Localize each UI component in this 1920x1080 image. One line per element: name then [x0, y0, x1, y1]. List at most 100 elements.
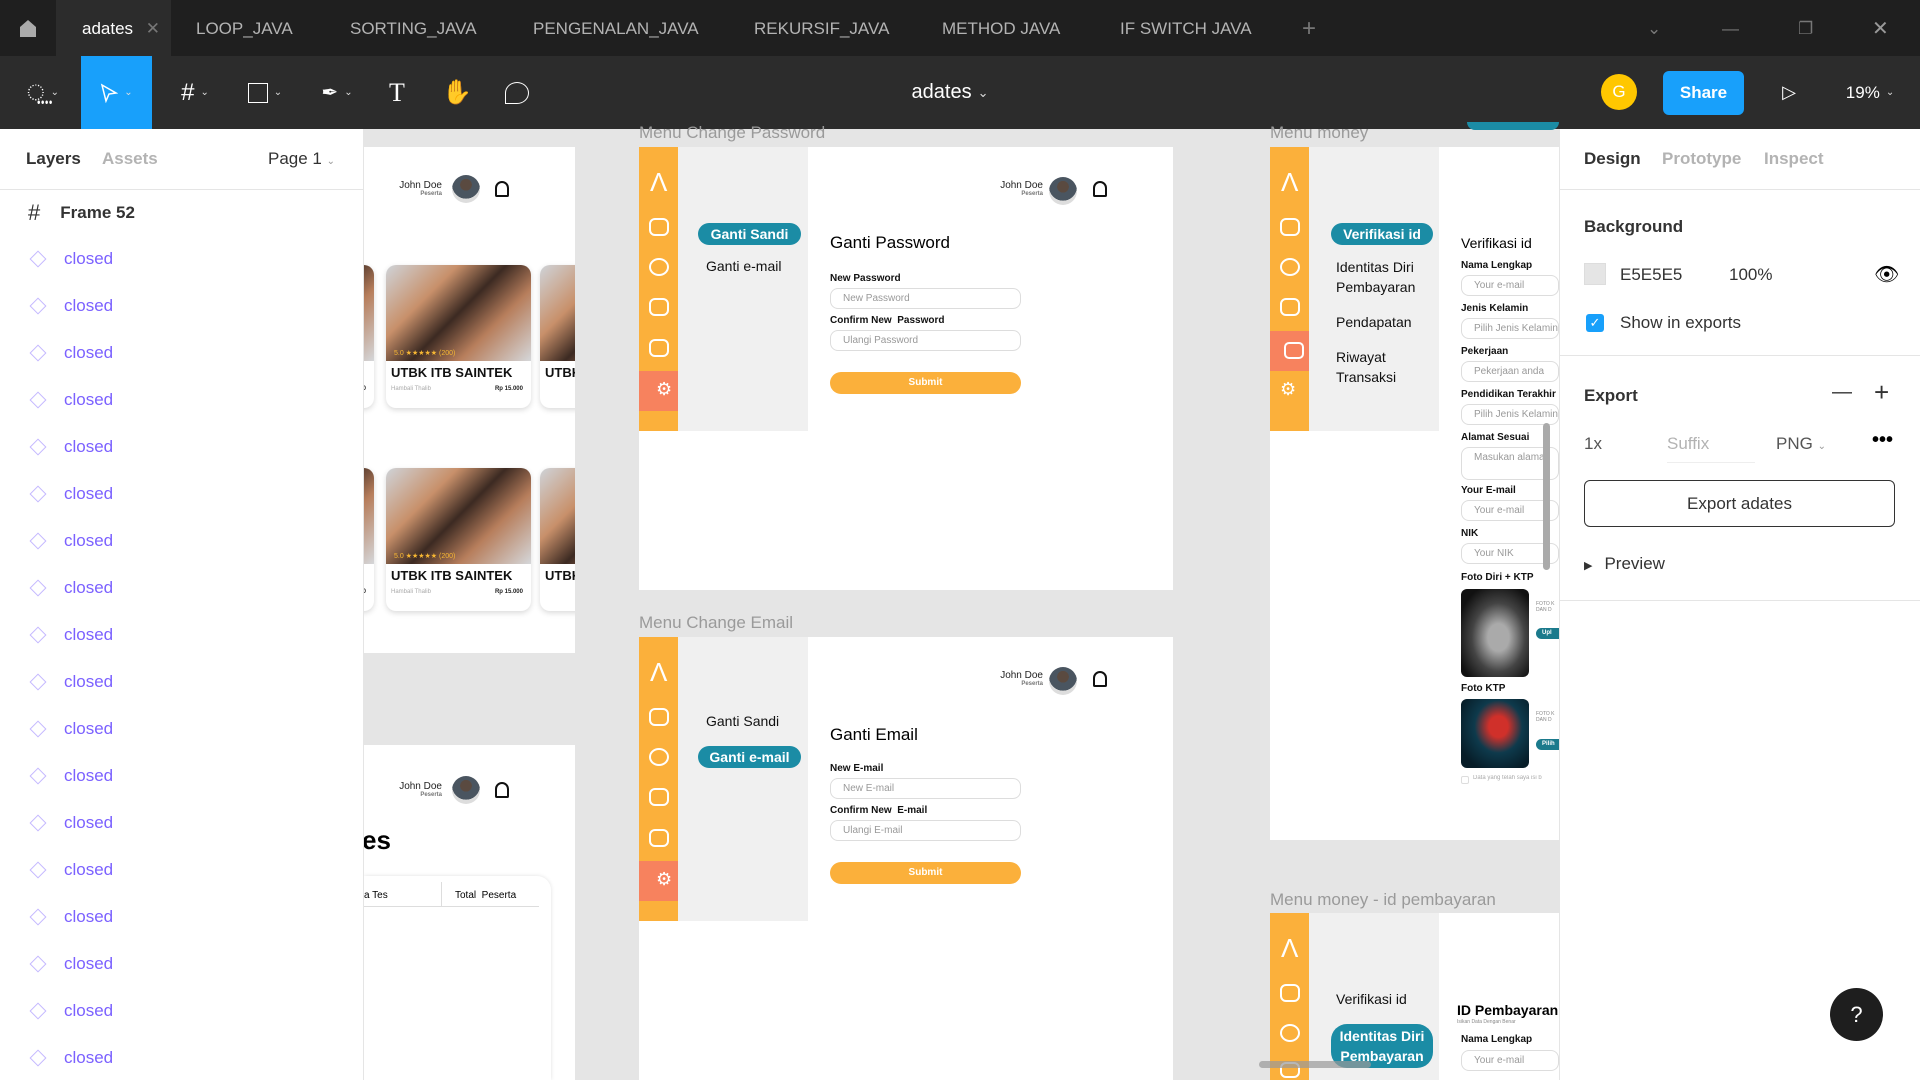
layer-item[interactable]: closed [28, 717, 113, 741]
frame-label[interactable]: Menu money - id pembayaran [1270, 890, 1496, 910]
share-button[interactable]: Share [1663, 71, 1744, 115]
layer-item[interactable]: closed [28, 482, 113, 506]
new-email-input[interactable]: New E-mail [830, 778, 1021, 799]
background-opacity[interactable]: 100% [1729, 265, 1772, 285]
nav-ganti-email[interactable]: Ganti e-mail [706, 256, 781, 276]
tab-rekursif-java[interactable]: REKURSIF_JAVA [754, 0, 889, 56]
layer-item[interactable]: closed [28, 999, 113, 1023]
eye-icon[interactable]: 👁 [1874, 262, 1899, 287]
minimize-icon[interactable]: — [1722, 0, 1739, 56]
new-password-input[interactable]: New Password [830, 288, 1021, 309]
layer-item[interactable]: closed [28, 952, 113, 976]
layer-item[interactable]: closed [28, 294, 113, 318]
page-selector[interactable]: Page 1 ⌄ [268, 149, 335, 169]
chart-icon[interactable] [649, 298, 669, 316]
tab-sorting-java[interactable]: SORTING_JAVA [350, 0, 477, 56]
background-hex[interactable]: E5E5E5 [1620, 265, 1682, 285]
export-suffix-input[interactable]: Suffix [1667, 434, 1755, 463]
layer-item[interactable]: closed [28, 905, 113, 929]
preview-toggle[interactable]: ▶ Preview [1584, 554, 1665, 574]
confirm-email-input[interactable]: Ulangi E-mail [830, 820, 1021, 841]
consent-checkbox[interactable] [1461, 776, 1469, 784]
wallet-icon[interactable] [649, 829, 669, 847]
tab-method-java[interactable]: METHOD JAVA [942, 0, 1060, 56]
export-button[interactable]: Export adates [1584, 480, 1895, 527]
move-tool[interactable]: ⌄ [81, 56, 152, 129]
jenis-kelamin-select[interactable]: Pilih Jenis Kelamin [1461, 318, 1559, 339]
layer-item[interactable]: closed [28, 811, 113, 835]
background-swatch[interactable] [1584, 263, 1606, 285]
layer-item[interactable]: closed [28, 576, 113, 600]
wallet-icon[interactable] [649, 339, 669, 357]
submit-button[interactable]: Submit [830, 372, 1021, 394]
comment-tool[interactable] [502, 56, 532, 129]
text-tool[interactable]: T [382, 56, 412, 129]
layer-frame-52[interactable]: # Frame 52 [28, 200, 135, 225]
canvas-horizontal-scrollbar[interactable] [1259, 1061, 1371, 1068]
chart-icon[interactable] [1280, 298, 1300, 316]
hand-tool[interactable]: ✋ [442, 56, 472, 129]
chat-icon[interactable] [1280, 1024, 1300, 1042]
upload-button[interactable]: Upl [1536, 628, 1559, 639]
nama-lengkap-input[interactable]: Your e-mail [1461, 1050, 1559, 1071]
more-options-icon[interactable]: ••• [1872, 429, 1893, 452]
tab-design[interactable]: Design [1584, 149, 1641, 169]
frame-change-password[interactable]: Λ ⚙ Ganti Sandi Ganti e-mail John Doe Pes… [639, 147, 1173, 590]
submit-button[interactable]: Submit [830, 862, 1021, 884]
frame-course-list[interactable]: John Doe Peserta 0 5.0 ★★★★★ (200) UTBK IT… [364, 147, 575, 653]
user-avatar[interactable]: G [1601, 74, 1637, 110]
export-scale[interactable]: 1x [1584, 434, 1602, 454]
frame-test-table[interactable]: John Doe Peserta es a Tes Total Peserta [364, 745, 575, 1080]
shape-tool[interactable]: ⌄ [240, 56, 290, 129]
nav-ganti-sandi[interactable]: Ganti Sandi [698, 223, 801, 245]
nav-identitas-diri[interactable]: Identitas Diri Pembayaran [1336, 257, 1436, 297]
layer-item[interactable]: closed [28, 623, 113, 647]
file-title-menu[interactable]: adates ⌄ [890, 56, 1010, 129]
remove-export-icon[interactable]: — [1832, 381, 1852, 404]
course-card[interactable]: 5.0 ★★★★★ (200) UTBK ITB SAINTEK Hambali T… [386, 468, 531, 611]
layer-item[interactable]: closed [28, 341, 113, 365]
chat-icon[interactable] [649, 748, 669, 766]
frame-menu-money[interactable]: Λ ⚙ Verifikasi id Identitas Diri Pembaya… [1270, 147, 1559, 840]
chat-icon[interactable] [1280, 258, 1300, 276]
show-in-exports-checkbox[interactable]: ✓ [1586, 314, 1604, 332]
layer-item[interactable]: closed [28, 858, 113, 882]
layer-item[interactable]: closed [28, 529, 113, 553]
export-format-select[interactable]: PNG ⌄ [1776, 434, 1826, 454]
new-tab-button[interactable]: + [1302, 0, 1316, 56]
frame-menu-money-id[interactable]: Λ Verifikasi id Identitas Diri Pembayara… [1270, 913, 1559, 1080]
nav-ganti-sandi[interactable]: Ganti Sandi [706, 711, 779, 731]
close-tab-icon[interactable]: ✕ [146, 19, 160, 38]
nama-lengkap-input[interactable]: Your e-mail [1461, 275, 1559, 296]
frame-label[interactable]: Menu money [1270, 123, 1368, 143]
nav-pendapatan[interactable]: Pendapatan [1336, 312, 1412, 332]
close-window-icon[interactable]: ✕ [1872, 0, 1889, 56]
present-button[interactable]: ▷ [1776, 56, 1802, 129]
layer-item[interactable]: closed [28, 764, 113, 788]
tab-loop-java[interactable]: LOOP_JAVA [196, 0, 293, 56]
layer-item[interactable]: closed [28, 247, 113, 271]
home-button[interactable] [0, 0, 56, 56]
nav-verifikasi-id[interactable]: Verifikasi id [1331, 223, 1433, 245]
layer-item[interactable]: closed [28, 435, 113, 459]
layer-item[interactable]: closed [28, 670, 113, 694]
tab-prototype[interactable]: Prototype [1662, 149, 1741, 169]
frame-label[interactable]: Menu Change Email [639, 613, 793, 633]
chat-icon[interactable] [649, 258, 669, 276]
help-button[interactable]: ? [1830, 988, 1883, 1041]
document-icon[interactable] [1280, 218, 1300, 236]
frame-label[interactable]: Menu Change Password [639, 123, 825, 143]
nav-riwayat-transaksi[interactable]: Riwayat Transaksi [1336, 347, 1416, 387]
add-export-icon[interactable]: + [1874, 377, 1889, 408]
main-menu-button[interactable]: ⵿ ⌄ [18, 56, 68, 129]
restore-icon[interactable]: ❐ [1798, 0, 1813, 56]
nav-ganti-email[interactable]: Ganti e-mail [698, 746, 801, 768]
course-card[interactable]: 5.0 ★★★★★ (200) UTBK ITB SAINTEK Hambali T… [386, 265, 531, 408]
document-icon[interactable] [649, 218, 669, 236]
tab-assets[interactable]: Assets [102, 149, 158, 169]
document-icon[interactable] [1280, 984, 1300, 1002]
tab-adates[interactable]: adates ✕ [56, 0, 171, 56]
tabs-dropdown-icon[interactable]: ⌄ [1647, 0, 1661, 56]
tab-if-switch-java[interactable]: IF SWITCH JAVA [1120, 0, 1252, 56]
pen-tool[interactable]: ✒ ⌄ [312, 56, 362, 129]
